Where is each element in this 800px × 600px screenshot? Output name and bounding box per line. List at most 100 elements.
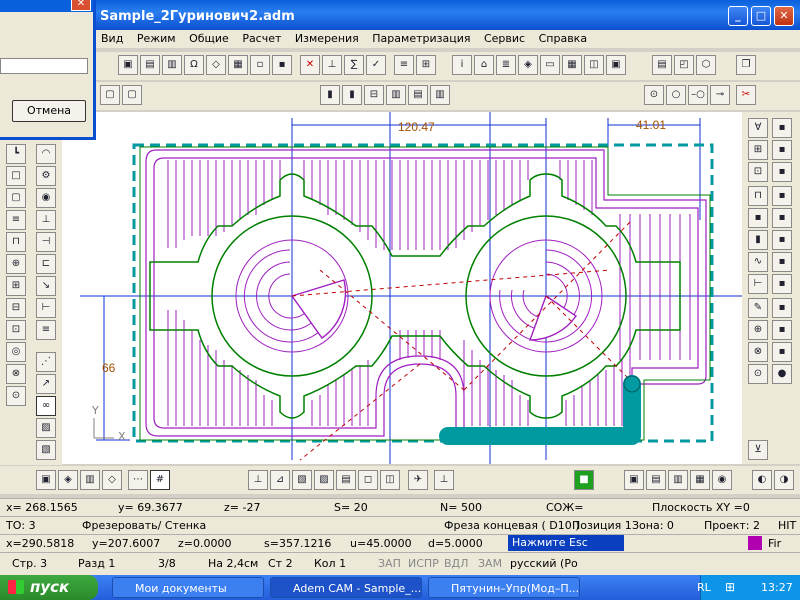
bottom-tool-22[interactable]: ◐	[752, 470, 772, 490]
start-button[interactable]: пуск	[0, 575, 98, 600]
minimize-button[interactable]: _	[728, 6, 748, 26]
left-tool-23[interactable]: ↗	[36, 374, 56, 394]
right-tool-19[interactable]: ▪	[772, 230, 792, 250]
tool-icon-29[interactable]: ▥	[386, 85, 406, 105]
tool-icon-36[interactable]: ✂	[736, 85, 756, 105]
right-tool-14[interactable]: ▪	[772, 118, 792, 138]
tool-icon-30[interactable]: ▤	[408, 85, 428, 105]
tool-icon-33[interactable]: ○	[666, 85, 686, 105]
tool-icon-31[interactable]: ▥	[430, 85, 450, 105]
menu-param[interactable]: Параметризация	[367, 30, 475, 47]
bottom-tool-10[interactable]: ▨	[314, 470, 334, 490]
menu-help[interactable]: Справка	[534, 30, 592, 47]
tool-icon-3[interactable]: ▥	[162, 55, 182, 75]
bottom-tool-15[interactable]: ⊥	[434, 470, 454, 490]
tool-icon-18[interactable]: ◫	[584, 55, 604, 75]
tool-icon-26[interactable]: ▮	[320, 85, 340, 105]
left-tool-5[interactable]: ⊓	[6, 232, 26, 252]
bottom-tool-17[interactable]: ▣	[624, 470, 644, 490]
tool-icon-19[interactable]: ▣	[606, 55, 626, 75]
right-tool-5[interactable]: ▪	[748, 208, 768, 228]
network-icon[interactable]: ⊞	[725, 580, 735, 594]
tool-icon-17[interactable]: ▭	[540, 55, 560, 75]
tool-icon-25[interactable]: ▢	[122, 85, 142, 105]
bottom-tool-9[interactable]: ▧	[292, 470, 312, 490]
bottom-tool-4[interactable]: ◇	[102, 470, 122, 490]
tool-icon-24[interactable]: ▢	[100, 85, 120, 105]
menu-general[interactable]: Общие	[184, 30, 234, 47]
left-tool-22[interactable]: ⋰	[36, 352, 56, 372]
tool-icon-13[interactable]: ⊞	[416, 55, 436, 75]
menu-service[interactable]: Сервис	[479, 30, 530, 47]
tool-icon-35[interactable]: ⊸	[710, 85, 730, 105]
bottom-tool-12[interactable]: ◻	[358, 470, 378, 490]
left-tool-18[interactable]: ⊏	[36, 254, 56, 274]
tool-icon-4[interactable]: Ω	[184, 55, 204, 75]
left-tool-16[interactable]: ⊥	[36, 210, 56, 230]
bottom-tool-13[interactable]: ◫	[380, 470, 400, 490]
left-tool-9[interactable]: ⊡	[6, 320, 26, 340]
bottom-tool-14[interactable]: ✈	[408, 470, 428, 490]
left-tool-19[interactable]: ↘	[36, 276, 56, 296]
tool-icon-11[interactable]: ✓	[366, 55, 386, 75]
right-tool-10[interactable]: ⊕	[748, 320, 768, 340]
bottom-tool-6[interactable]: #	[150, 470, 170, 490]
drawing-canvas[interactable]: 120.47 41.01 66 Y X	[62, 112, 742, 464]
left-tool-26[interactable]: ▧	[36, 440, 56, 460]
calculator-icon[interactable]: ▦	[562, 55, 582, 75]
right-tool-24[interactable]: ▪	[772, 342, 792, 362]
right-tool-13[interactable]: ⊻	[748, 440, 768, 460]
right-tool-17[interactable]: ▪	[772, 186, 792, 206]
right-tool-16[interactable]: ▪	[772, 162, 792, 182]
maximize-button[interactable]: □	[751, 6, 771, 26]
right-tool-22[interactable]: ▪	[772, 298, 792, 318]
task-word-doc[interactable]: Пятунин–Упр(Мод–П...	[428, 577, 580, 598]
menu-measure[interactable]: Измерения	[290, 30, 364, 47]
right-tool-8[interactable]: ⊢	[748, 274, 768, 294]
dialog-close-button[interactable]: ✕	[71, 0, 91, 11]
left-tool-3[interactable]: ▢	[6, 188, 26, 208]
cancel-button[interactable]: Отмена	[12, 100, 86, 122]
left-tool-1[interactable]: ┗	[6, 144, 26, 164]
left-tool-10[interactable]: ◎	[6, 342, 26, 362]
left-tool-13[interactable]: ◠	[36, 144, 56, 164]
tool-icon-14[interactable]: ⌂	[474, 55, 494, 75]
right-tool-7[interactable]: ∿	[748, 252, 768, 272]
bottom-tool-3[interactable]: ▥	[80, 470, 100, 490]
bottom-tool-16[interactable]: ■	[574, 470, 594, 490]
lang-indicator[interactable]: RL	[697, 581, 711, 594]
bottom-tool-8[interactable]: ⊿	[270, 470, 290, 490]
left-tool-7[interactable]: ⊞	[6, 276, 26, 296]
task-my-documents[interactable]: Мои документы	[112, 577, 264, 598]
tool-icon-5[interactable]: ◇	[206, 55, 226, 75]
right-tool-18[interactable]: ▪	[772, 208, 792, 228]
right-tool-12[interactable]: ⊙	[748, 364, 768, 384]
bottom-tool-21[interactable]: ◉	[712, 470, 732, 490]
tool-icon-32[interactable]: ⊙	[644, 85, 664, 105]
bottom-tool-5[interactable]: ⋯	[128, 470, 148, 490]
menu-mode[interactable]: Режим	[132, 30, 181, 47]
tool-icon-21[interactable]: ◰	[674, 55, 694, 75]
left-tool-14[interactable]: ⚙	[36, 166, 56, 186]
right-tool-15[interactable]: ▪	[772, 140, 792, 160]
bottom-tool-20[interactable]: ▦	[690, 470, 710, 490]
tool-icon-15[interactable]: ≣	[496, 55, 516, 75]
tool-icon-27[interactable]: ▮	[342, 85, 362, 105]
tool-icon-9[interactable]: ⊥	[322, 55, 342, 75]
dialog-field[interactable]	[0, 58, 88, 74]
tool-icon-2[interactable]: ▤	[140, 55, 160, 75]
task-adem-cam[interactable]: Adem CAM - Sample_...	[270, 577, 422, 598]
bottom-tool-7[interactable]: ⊥	[248, 470, 268, 490]
bottom-tool-23[interactable]: ◑	[774, 470, 794, 490]
left-tool-25[interactable]: ▨	[36, 418, 56, 438]
left-tool-24[interactable]: ∞	[36, 396, 56, 416]
bottom-tool-1[interactable]: ▣	[36, 470, 56, 490]
bottom-tool-18[interactable]: ▤	[646, 470, 666, 490]
info-icon[interactable]: i	[452, 55, 472, 75]
left-tool-15[interactable]: ◉	[36, 188, 56, 208]
tool-icon-1[interactable]: ▣	[118, 55, 138, 75]
tool-icon-34[interactable]: –○	[688, 85, 708, 105]
tool-icon-12[interactable]: ≡	[394, 55, 414, 75]
menu-calc[interactable]: Расчет	[237, 30, 286, 47]
left-tool-21[interactable]: ≡	[36, 320, 56, 340]
